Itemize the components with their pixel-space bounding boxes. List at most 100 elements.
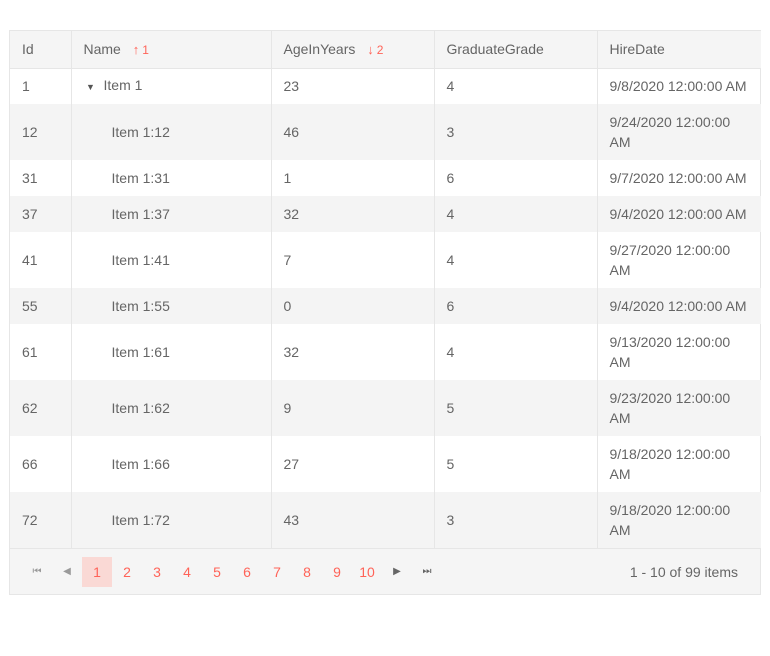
cell-hiredate: 9/7/2020 12:00:00 AM: [596, 160, 761, 196]
first-page-icon: ⏮: [32, 566, 42, 577]
cell-id: 66: [22, 456, 38, 472]
page-button-4[interactable]: 4: [172, 557, 202, 587]
cell-hiredate: 9/24/2020 12:00:00 AM: [596, 104, 761, 160]
cell-grade: 4: [433, 196, 597, 232]
cell-id: 62: [10, 380, 71, 436]
column-header-name[interactable]: Name ↑ 1: [70, 31, 271, 69]
page-button-1[interactable]: 1: [82, 556, 112, 587]
collapse-caret-icon[interactable]: ▼: [84, 77, 98, 97]
pager: ⏮ ◀ 1 2 3 4 5 6 7 8 9 10 ▶ ⏭ 1 - 10 of 9…: [10, 548, 760, 594]
cell-name: Item 1:41: [70, 232, 271, 288]
cell-grade: 3: [433, 492, 597, 548]
column-header-label: AgeInYears: [283, 41, 356, 58]
sort-indicator: ↓ 2: [367, 42, 384, 58]
table-row[interactable]: 31 Item 1:31 1 6 9/7/2020 12:00:00 AM: [10, 160, 761, 196]
cell-age: 27: [270, 436, 434, 492]
page-button-9[interactable]: 9: [322, 557, 352, 587]
table-row[interactable]: 12 Item 1:12 46 3 9/24/2020 12:00:00 AM: [10, 104, 761, 160]
column-header-label: Name: [83, 41, 121, 58]
cell-name: Item 1:62: [70, 380, 271, 436]
cell-id: 37: [10, 196, 71, 232]
cell-name: Item 1:66: [70, 436, 271, 492]
page-button-6[interactable]: 6: [232, 557, 262, 587]
cell-name: ▼ Item 1: [70, 68, 271, 104]
cell-hiredate: 9/27/2020 12:00:00 AM: [596, 232, 761, 288]
table-row[interactable]: 62 Item 1:62 9 5 9/23/2020 12:00:00 AM: [10, 380, 761, 436]
table-row[interactable]: 72 Item 1:72 43 3 9/18/2020 12:00:00 AM: [10, 492, 761, 548]
cell-hiredate: 9/4/2020 12:00:00 AM: [596, 288, 761, 324]
cell-age: 1: [270, 160, 434, 196]
cell-age: 46: [270, 104, 434, 160]
table-row[interactable]: 61 Item 1:61 32 4 9/13/2020 12:00:00 AM: [10, 324, 761, 380]
cell-age: 9: [270, 380, 434, 436]
tree-list-grid: Id Name ↑ 1 AgeInYears ↓ 2 GraduateGrade H…: [9, 30, 761, 595]
next-page-icon: ▶: [393, 566, 401, 577]
last-page-button[interactable]: ⏭: [412, 557, 442, 587]
grid-body: 1 ▼ Item 1 23 4 9/8/2020 12:00:00 AM 12 I…: [10, 68, 761, 548]
column-header-hiredate[interactable]: HireDate: [596, 31, 761, 69]
cell-grade: 3: [433, 104, 597, 160]
column-header-label: HireDate: [609, 41, 665, 58]
cell-age: 43: [270, 492, 434, 548]
cell-name: Item 1:55: [70, 288, 271, 324]
page-button-2[interactable]: 2: [112, 557, 142, 587]
table-row[interactable]: 41 Item 1:41 7 4 9/27/2020 12:00:00 AM: [10, 232, 761, 288]
sort-order: 1: [142, 43, 149, 58]
sort-indicator: ↑ 1: [132, 42, 149, 58]
table-row[interactable]: 1 ▼ Item 1 23 4 9/8/2020 12:00:00 AM: [10, 68, 761, 104]
cell-age: 23: [270, 68, 434, 104]
cell-id: 12: [10, 104, 71, 160]
sort-asc-icon: ↑: [132, 42, 140, 58]
cell-id: 31: [22, 170, 38, 186]
table-row[interactable]: 66 Item 1:66 27 5 9/18/2020 12:00:00 AM: [10, 436, 761, 492]
column-header-ageinyears[interactable]: AgeInYears ↓ 2: [270, 31, 434, 69]
cell-grade: 6: [433, 160, 597, 196]
cell-grade: 4: [433, 232, 597, 288]
pager-info: 1 - 10 of 99 items: [629, 564, 738, 580]
cell-grade: 5: [433, 436, 597, 492]
cell-hiredate: 9/8/2020 12:00:00 AM: [596, 68, 761, 104]
cell-id: 61: [22, 344, 38, 360]
cell-hiredate: 9/18/2020 12:00:00 AM: [596, 492, 761, 548]
sort-order: 2: [376, 43, 384, 58]
column-header-graduategrade[interactable]: GraduateGrade: [433, 31, 597, 69]
cell-id: 55: [10, 288, 71, 324]
page-button-10[interactable]: 10: [352, 557, 382, 587]
cell-name: Item 1:72: [70, 492, 271, 548]
cell-name: Item 1:31: [70, 160, 271, 196]
cell-name: Item 1:12: [70, 104, 271, 160]
cell-grade: 6: [433, 288, 597, 324]
cell-id: 1: [22, 78, 30, 95]
page-button-8[interactable]: 8: [292, 557, 322, 587]
cell-name: Item 1:61: [70, 324, 271, 380]
grid-table: Id Name ↑ 1 AgeInYears ↓ 2 GraduateGrade H…: [10, 31, 761, 548]
first-page-button[interactable]: ⏮: [22, 557, 52, 587]
page-button-7[interactable]: 7: [262, 557, 292, 587]
cell-id: 41: [22, 252, 38, 268]
cell-name-text: Item 1: [103, 77, 143, 94]
next-page-button[interactable]: ▶: [382, 557, 412, 587]
cell-hiredate: 9/18/2020 12:00:00 AM: [596, 436, 761, 492]
cell-hiredate: 9/13/2020 12:00:00 AM: [596, 324, 761, 380]
sort-desc-icon: ↓: [367, 42, 374, 58]
cell-grade: 4: [433, 324, 597, 380]
last-page-icon: ⏭: [422, 566, 432, 577]
cell-id: 72: [10, 492, 71, 548]
cell-age: 32: [270, 324, 434, 380]
previous-page-button[interactable]: ◀: [52, 557, 82, 587]
table-row[interactable]: 37 Item 1:37 32 4 9/4/2020 12:00:00 AM: [10, 196, 761, 232]
column-header-id[interactable]: Id: [10, 31, 71, 69]
column-header-label: GraduateGrade: [446, 41, 544, 58]
cell-grade: 5: [433, 380, 597, 436]
cell-name: Item 1:37: [70, 196, 271, 232]
cell-hiredate: 9/23/2020 12:00:00 AM: [596, 380, 761, 436]
cell-age: 7: [270, 232, 434, 288]
header-row: Id Name ↑ 1 AgeInYears ↓ 2 GraduateGrade H…: [10, 31, 761, 69]
page-button-3[interactable]: 3: [142, 557, 172, 587]
page-button-5[interactable]: 5: [202, 557, 232, 587]
previous-page-icon: ◀: [63, 566, 71, 577]
cell-age: 0: [270, 288, 434, 324]
cell-age: 32: [270, 196, 434, 232]
column-header-label: Id: [22, 41, 34, 58]
table-row[interactable]: 55 Item 1:55 0 6 9/4/2020 12:00:00 AM: [10, 288, 761, 324]
